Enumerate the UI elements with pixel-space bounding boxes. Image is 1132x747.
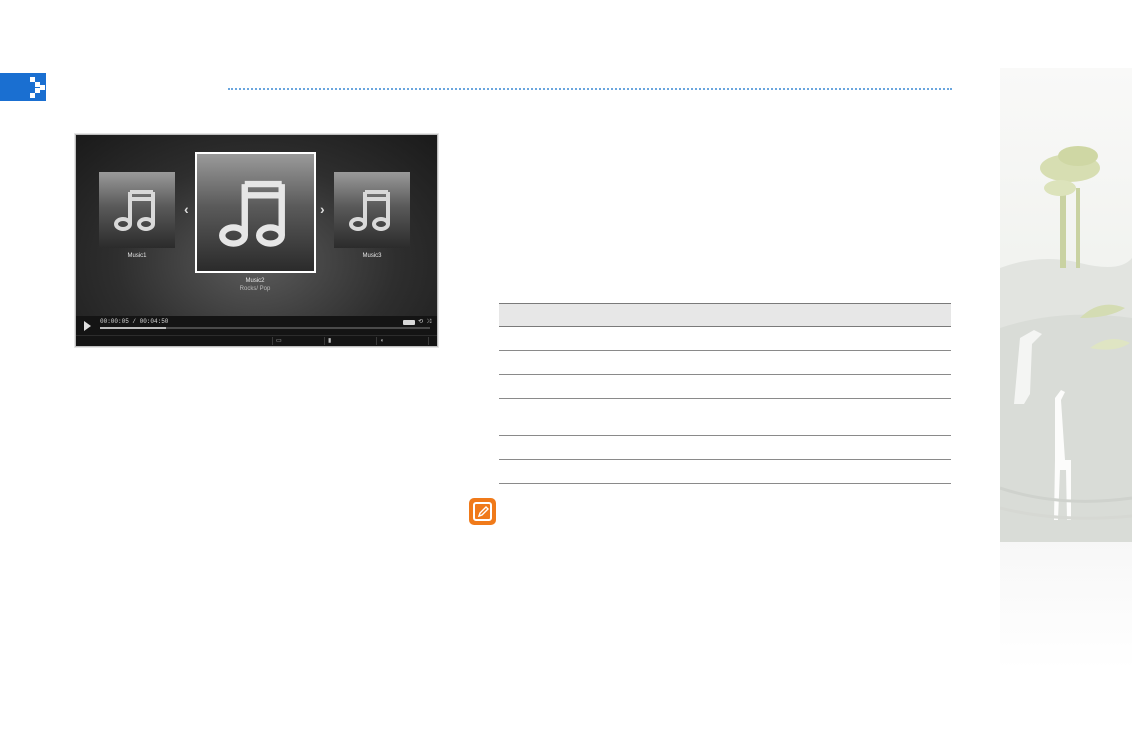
tile-2-label: Music2 [245,278,265,284]
progress-track[interactable] [100,327,430,329]
table-row [499,436,951,460]
album-tile-3[interactable] [334,172,410,248]
table-row [499,460,951,484]
progress-fill [100,327,166,329]
info-table [499,303,951,484]
shuffle-icon[interactable]: ⤨ [426,319,431,325]
decorative-side-panel [1000,68,1132,670]
music-note-icon [218,180,285,247]
chevron-left-icon[interactable]: ‹ [184,201,189,217]
album-tile-1[interactable] [99,172,175,248]
album-tile-2[interactable] [195,152,316,273]
control-hint-bar: ▭ ▮ ◖ [76,335,437,346]
table-header [499,303,951,327]
music-note-icon [349,190,390,231]
music-note-icon [114,190,155,231]
hint-back-icon: ▮ [324,337,331,345]
tile-1-label: Music1 [127,253,147,259]
playback-time: 00:00:05 / 00:04:50 [100,318,169,325]
nature-illustration [1000,146,1132,542]
repeat-icon[interactable]: ⟲ [418,319,423,325]
section-marker [0,73,46,101]
mode-badge-icon[interactable] [403,319,416,325]
hint-options-icon: ▭ [272,337,282,345]
table-row [499,399,951,436]
playback-mode-icons: ⟲ ⤨ [403,319,431,325]
chevron-right-icon[interactable]: › [320,201,325,217]
playback-bar: 00:00:05 / 00:04:50 ⟲ ⤨ ▭ ▮ ◖ [76,316,437,346]
tile-2-genre: Rocks/ Pop [239,286,271,292]
header-divider [228,88,952,90]
hint-end-icon [428,337,432,345]
play-icon[interactable] [84,321,91,331]
music-player-screenshot: Music1 ‹ Music2 Rocks/ Pop › Music3 00:0… [75,134,438,347]
note-icon [469,498,496,525]
table-row [499,375,951,399]
table-row [499,327,951,351]
pencil-icon [477,505,489,517]
table-row [499,351,951,375]
tile-3-label: Music3 [362,253,382,259]
hint-volume-icon: ◖ [376,337,384,345]
